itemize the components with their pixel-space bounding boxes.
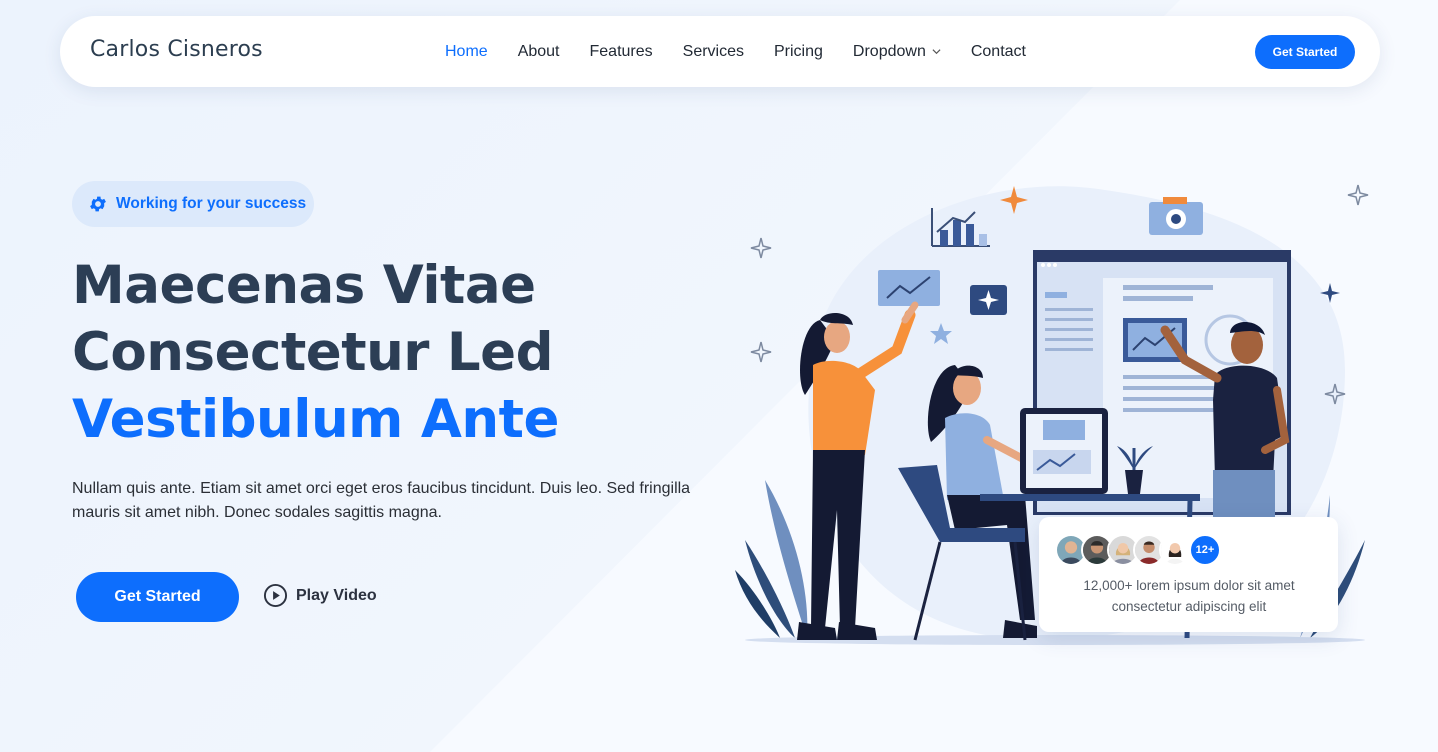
site-logo[interactable]: Carlos Cisneros bbox=[90, 37, 263, 62]
nav-dropdown-label: Dropdown bbox=[852, 42, 926, 60]
hero-title-line-1: Maecenas Vitae bbox=[72, 255, 536, 316]
camera-icon bbox=[1149, 197, 1203, 235]
avatar bbox=[1159, 534, 1191, 566]
hero-title: Maecenas Vitae Consectetur Led Vestibulu… bbox=[72, 252, 559, 453]
play-video-button[interactable]: Play Video bbox=[263, 583, 377, 608]
avatar-count-badge: 12+ bbox=[1189, 534, 1221, 566]
header-get-started-button[interactable]: Get Started bbox=[1255, 35, 1355, 69]
avatar-stack: 12+ bbox=[1055, 534, 1221, 566]
customers-text: 12,000+ lorem ipsum dolor sit amet conse… bbox=[1083, 578, 1295, 614]
nav-features-label: Features bbox=[589, 42, 653, 60]
hero-title-line-2: Consectetur Led bbox=[72, 322, 554, 383]
nav-services[interactable]: Services bbox=[683, 43, 744, 61]
play-video-label: Play Video bbox=[296, 586, 377, 604]
chevron-down-icon bbox=[932, 49, 941, 55]
nav-dropdown[interactable]: Dropdown bbox=[853, 43, 941, 61]
nav-about[interactable]: About bbox=[518, 43, 560, 61]
gear-icon bbox=[90, 196, 106, 212]
play-circle-icon bbox=[263, 583, 288, 608]
hero-badge: Working for your success bbox=[72, 181, 314, 227]
nav-pricing-label: Pricing bbox=[774, 42, 823, 60]
hero-title-line-3: Vestibulum Ante bbox=[72, 389, 559, 450]
nav-features[interactable]: Features bbox=[590, 43, 653, 61]
nav-home[interactable]: Home bbox=[445, 43, 488, 61]
hero-description: Nullam quis ante. Etiam sit amet orci eg… bbox=[72, 480, 691, 521]
nav-about-label: About bbox=[517, 42, 560, 60]
badge-text: Working for your success bbox=[116, 195, 307, 212]
site-header: Carlos Cisneros Home About Features Serv… bbox=[60, 16, 1380, 87]
nav-contact[interactable]: Contact bbox=[971, 43, 1026, 61]
customers-card: 12+ 12,000+ lorem ipsum dolor sit amet c… bbox=[1039, 517, 1338, 632]
nav-contact-label: Contact bbox=[970, 42, 1026, 60]
nav-pricing[interactable]: Pricing bbox=[774, 43, 823, 61]
nav-home-label: Home bbox=[445, 42, 488, 60]
hero-get-started-button[interactable]: Get Started bbox=[76, 572, 239, 622]
main-nav: Home About Features Services Pricing Dro… bbox=[445, 16, 1056, 87]
nav-services-label: Services bbox=[682, 42, 744, 60]
